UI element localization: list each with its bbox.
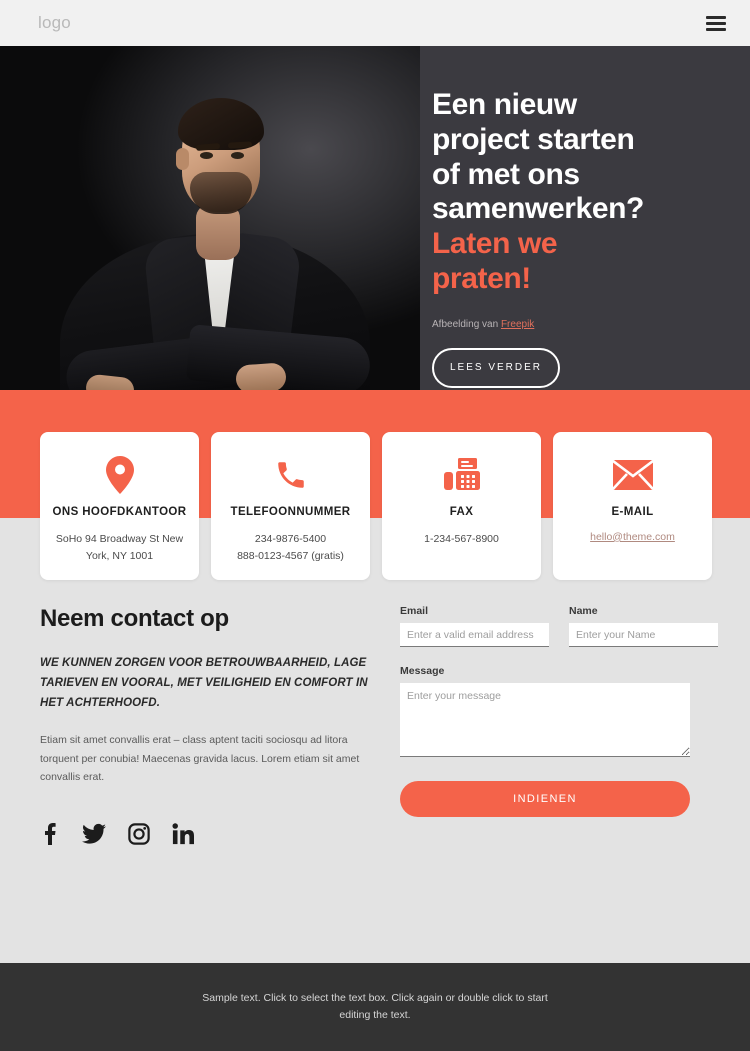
- hero-heading-line: of met ons: [432, 157, 580, 191]
- email-label: Email: [400, 605, 429, 617]
- card-title: TELEFOONNUMMER: [230, 506, 351, 518]
- name-label: Name: [569, 605, 598, 617]
- card-text-line: SoHo 94 Broadway St New: [55, 532, 184, 545]
- card-fax[interactable]: FAX 1-234-567-8900: [382, 432, 541, 580]
- card-text: 234-9876-5400 888-0123-4567 (gratis): [237, 531, 344, 566]
- card-title: E-MAIL: [611, 506, 654, 518]
- phone-icon: [274, 454, 308, 496]
- location-pin-icon: [105, 454, 134, 496]
- person-hand-left: [235, 362, 287, 390]
- site-footer: Sample text. Click to select the text bo…: [0, 963, 750, 1051]
- linkedin-icon[interactable]: [172, 822, 194, 845]
- instagram-icon[interactable]: [128, 822, 150, 845]
- credit-prefix: Afbeelding van: [432, 318, 501, 330]
- lees-verder-button[interactable]: LEES VERDER: [432, 347, 560, 388]
- twitter-icon[interactable]: [82, 823, 106, 845]
- email-input[interactable]: [400, 623, 549, 647]
- card-title: FAX: [449, 506, 474, 518]
- hero-heading-accent: Laten we: [432, 227, 558, 261]
- logo[interactable]: logo: [38, 13, 71, 33]
- person-beard: [190, 172, 252, 214]
- card-phone[interactable]: TELEFOONNUMMER 234-9876-5400 888-0123-45…: [211, 432, 370, 580]
- hero-text-panel: Een nieuw project starten of met ons sam…: [420, 46, 750, 390]
- card-text-line: 234-9876-5400: [254, 532, 327, 545]
- burger-bar: [706, 21, 726, 25]
- facebook-icon[interactable]: [40, 822, 60, 845]
- form-row-top: Email Name: [400, 605, 718, 647]
- envelope-icon: [612, 454, 653, 496]
- freepik-link[interactable]: Freepik: [501, 319, 534, 330]
- submit-button[interactable]: INDIENEN: [400, 781, 690, 817]
- contact-cards: ONS HOOFDKANTOOR SoHo 94 Broadway St New…: [40, 432, 712, 580]
- card-email[interactable]: E-MAIL hello@theme.com: [553, 432, 712, 580]
- hero-heading-accent: praten!: [432, 261, 531, 295]
- contact-body-text: Etiam sit amet convallis erat – class ap…: [40, 734, 360, 784]
- card-text: 1-234-567-8900: [424, 531, 499, 548]
- message-textarea[interactable]: [400, 683, 690, 757]
- message-field-group: Message: [400, 665, 690, 757]
- name-input[interactable]: [569, 623, 718, 647]
- footer-text: Sample text. Click to select the text bo…: [202, 992, 548, 1021]
- hero-heading-line: project starten: [432, 122, 635, 156]
- hero-heading-line: samenwerken?: [432, 192, 644, 226]
- email-link[interactable]: hello@theme.com: [590, 531, 675, 543]
- page-root: logo Een nieuw project starten of met on…: [0, 0, 750, 1051]
- social-links: [40, 822, 370, 845]
- person-ear: [176, 148, 189, 170]
- contact-lead-text: WE KUNNEN ZORGEN VOOR BETROUWBAARHEID, L…: [40, 657, 368, 710]
- hero-heading-line: Een nieuw: [432, 88, 577, 121]
- person-eye-right: [231, 152, 244, 159]
- hero-photo: [0, 46, 420, 390]
- burger-bar: [706, 27, 726, 31]
- contact-info-column: Neem contact op WE KUNNEN ZORGEN VOOR BE…: [40, 605, 370, 845]
- hero-image-credit: Afbeelding van Freepik: [432, 319, 728, 330]
- card-text-line: 888-0123-4567 (gratis): [237, 549, 344, 562]
- card-title: ONS HOOFDKANTOOR: [52, 506, 187, 518]
- person-eye-left: [200, 152, 213, 159]
- fax-icon: [443, 454, 480, 496]
- card-text-line: York, NY 1001: [85, 549, 154, 562]
- person-brow-right: [227, 141, 253, 149]
- hero-heading: Een nieuw project starten of met ons sam…: [432, 88, 728, 297]
- email-field-group: Email: [400, 605, 549, 647]
- contact-form: Email Name Message INDIENEN: [400, 605, 718, 845]
- card-text-line: 1-234-567-8900: [424, 532, 499, 545]
- card-headquarters[interactable]: ONS HOOFDKANTOOR SoHo 94 Broadway St New…: [40, 432, 199, 580]
- hamburger-menu-icon[interactable]: [706, 15, 726, 31]
- contact-heading: Neem contact op: [40, 605, 229, 632]
- contact-section: Neem contact op WE KUNNEN ZORGEN VOOR BE…: [0, 605, 750, 845]
- card-text: SoHo 94 Broadway St New York, NY 1001: [56, 531, 183, 566]
- message-label: Message: [400, 665, 445, 677]
- hero-section: Een nieuw project starten of met ons sam…: [0, 46, 750, 390]
- burger-bar: [706, 15, 726, 19]
- name-field-group: Name: [569, 605, 718, 647]
- site-header: logo: [0, 0, 750, 46]
